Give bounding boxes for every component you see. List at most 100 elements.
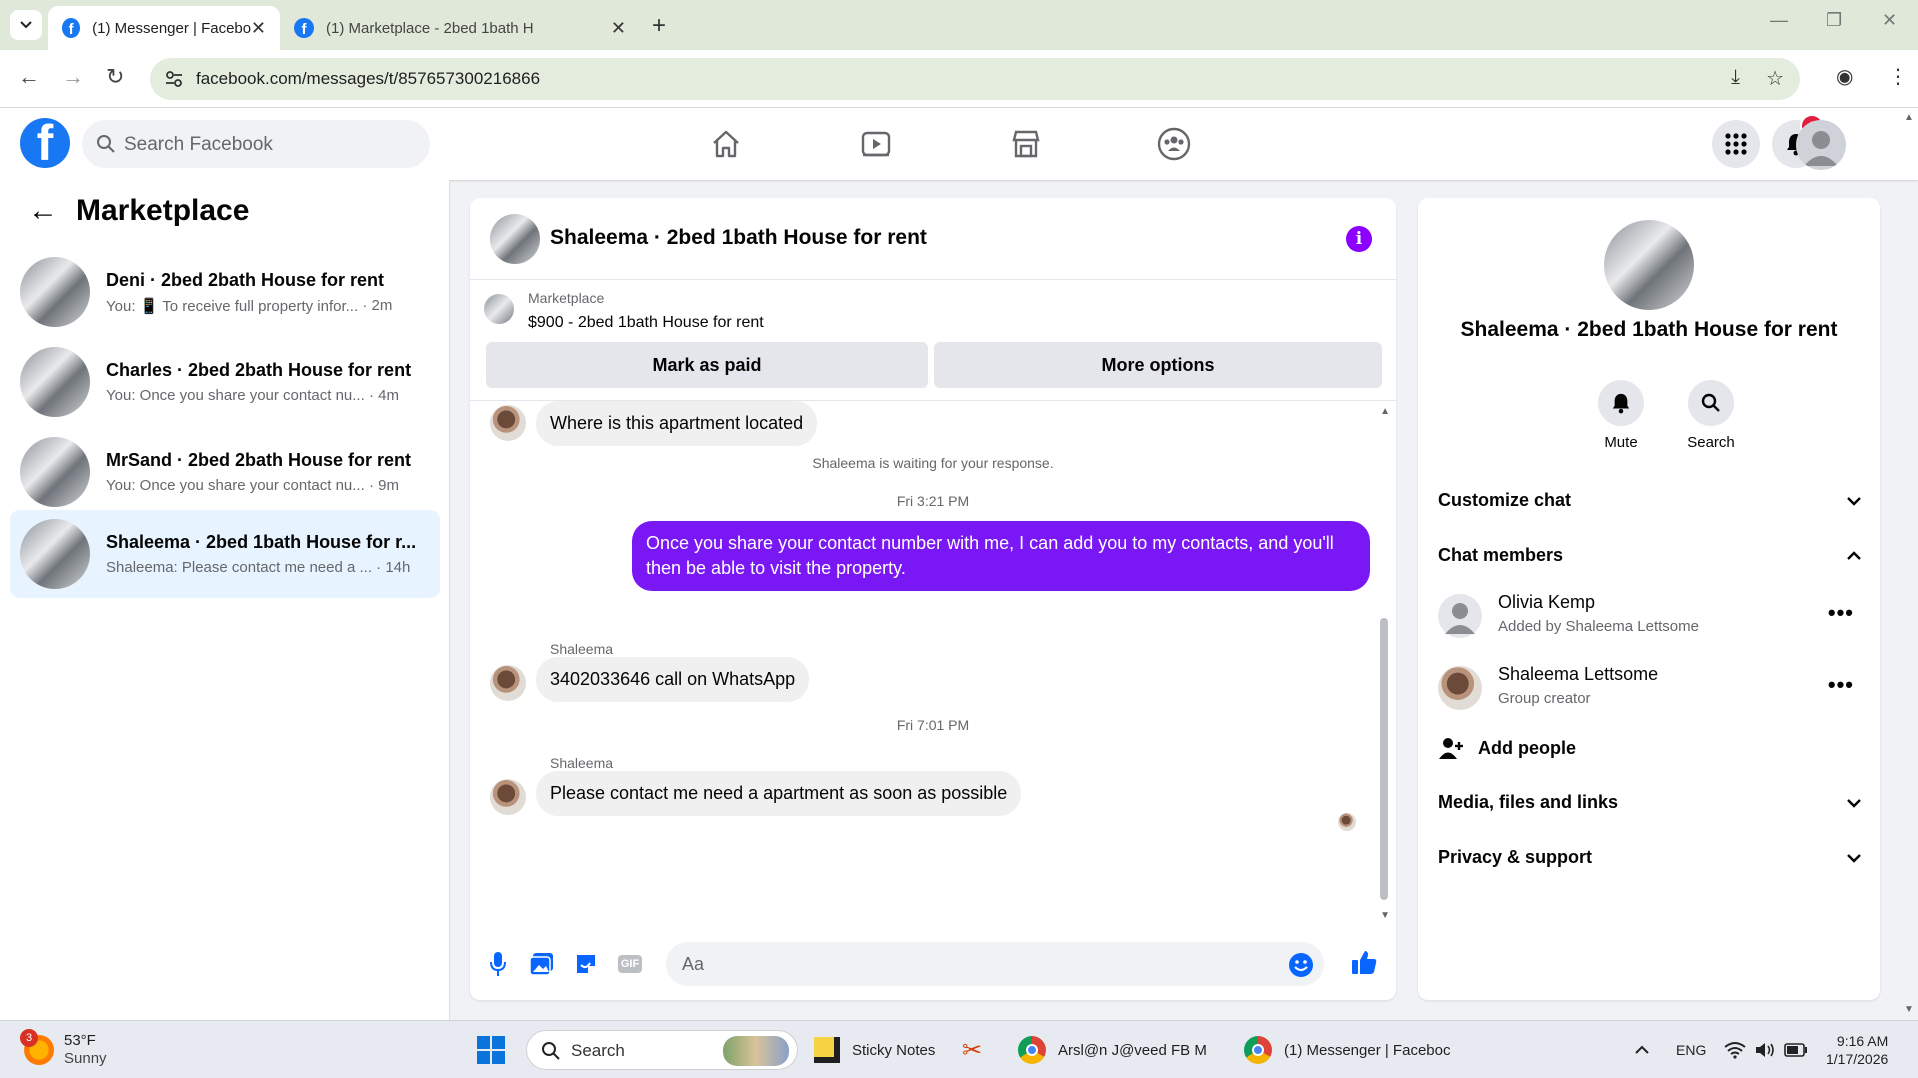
- chat-header: Shaleema · 2bed 1bath House for rent i: [470, 198, 1396, 280]
- back-arrow-icon[interactable]: ←: [18, 64, 40, 90]
- message-input[interactable]: Aa: [666, 942, 1324, 986]
- section-label: Media, files and links: [1438, 792, 1619, 812]
- sender-avatar: [490, 779, 526, 815]
- groups-icon[interactable]: [1152, 122, 1196, 166]
- taskbar-app-label: Sticky Notes: [852, 1041, 936, 1059]
- member-item[interactable]: Shaleema Lettsome Group creator •••: [1438, 662, 1862, 718]
- chat-details-title: Shaleema · 2bed 1bath House for rent: [1460, 318, 1838, 341]
- tab-messenger[interactable]: f (1) Messenger | Facebook ✕: [48, 6, 280, 50]
- system-clock[interactable]: 9:16 AM 1/17/2026: [1826, 1029, 1888, 1071]
- marketplace-icon[interactable]: [1004, 122, 1048, 166]
- listing-thumbnail: [20, 347, 90, 417]
- conversation-item-active[interactable]: Shaleema · 2bed 1bath House for r... Sha…: [10, 510, 440, 598]
- more-menu-icon[interactable]: ⋮: [1888, 64, 1908, 89]
- incoming-message: Where is this apartment located: [536, 401, 818, 446]
- show-hidden-icons-chevron[interactable]: [1634, 1029, 1650, 1071]
- chat-avatar[interactable]: [490, 214, 540, 264]
- scroll-up-arrow-icon[interactable]: ▲: [1380, 406, 1390, 417]
- new-tab-button[interactable]: +: [652, 12, 666, 40]
- thumbs-up-icon[interactable]: [1350, 948, 1378, 976]
- weather-description: Sunny: [64, 1050, 107, 1067]
- thread-scrollbar[interactable]: [1380, 618, 1388, 900]
- panel-header: ← Marketplace: [28, 194, 249, 228]
- facebook-header: f Search Facebook 1: [0, 108, 1918, 180]
- taskbar-app-label: Arsl@n J@veed FB M@r: [1058, 1041, 1208, 1059]
- listing-title: $900 - 2bed 1bath House for rent: [528, 314, 764, 331]
- windows-logo-icon: [477, 1036, 505, 1064]
- add-people-label: Add people: [1478, 737, 1576, 758]
- chat-title[interactable]: Shaleema · 2bed 1bath House for rent: [550, 226, 927, 250]
- weather-widget[interactable]: 3 53°F Sunny: [20, 1029, 107, 1071]
- chevron-down-icon: [1847, 853, 1861, 863]
- taskbar-app-chrome-2[interactable]: (1) Messenger | Faceboc: [1244, 1029, 1450, 1071]
- bookmark-star-icon[interactable]: ☆: [1766, 66, 1784, 91]
- gif-icon[interactable]: GIF: [616, 950, 644, 978]
- facebook-search-input[interactable]: Search Facebook: [82, 120, 430, 168]
- close-tab-icon[interactable]: ✕: [251, 18, 266, 39]
- url-bar[interactable]: facebook.com/messages/t/857657300216866 …: [150, 58, 1800, 100]
- taskbar-app-snipping-tool[interactable]: ✂: [962, 1029, 982, 1071]
- member-item[interactable]: Olivia Kemp Added by Shaleema Lettsome •…: [1438, 590, 1862, 646]
- customize-chat-section[interactable]: Customize chat: [1438, 490, 1862, 511]
- message-placeholder: Aa: [682, 954, 705, 974]
- chat-members-section[interactable]: Chat members: [1438, 545, 1862, 566]
- microphone-icon[interactable]: [484, 950, 512, 978]
- taskbar-search-box[interactable]: Search: [526, 1030, 798, 1070]
- chevron-down-icon: [1847, 496, 1861, 506]
- mute-button[interactable]: Mute: [1581, 380, 1661, 451]
- member-avatar: [1438, 594, 1482, 638]
- taskbar-app-sticky-notes[interactable]: Sticky Notes: [814, 1029, 935, 1071]
- language-indicator[interactable]: ENG: [1676, 1029, 1706, 1071]
- tab-search-button[interactable]: [10, 10, 42, 40]
- more-options-icon[interactable]: •••: [1828, 672, 1854, 698]
- sender-name: Shaleema: [550, 755, 614, 771]
- page-scroll-down-icon[interactable]: ▼: [1904, 1004, 1914, 1015]
- volume-icon[interactable]: [1754, 1029, 1776, 1071]
- close-window-button[interactable]: ✕: [1882, 10, 1897, 31]
- battery-icon[interactable]: [1784, 1029, 1808, 1071]
- incoming-message: 3402033646 call on WhatsApp: [536, 657, 810, 702]
- start-button[interactable]: [476, 1029, 506, 1071]
- conversation-item[interactable]: Deni · 2bed 2bath House for rent You: 📱 …: [10, 248, 440, 336]
- forward-arrow-icon[interactable]: →: [62, 64, 84, 90]
- reload-icon[interactable]: ↻: [106, 64, 124, 90]
- back-arrow-icon[interactable]: ←: [28, 194, 58, 228]
- chat-details-panel: Shaleema · 2bed 1bath House for rent Mut…: [1418, 198, 1880, 1000]
- sender-name: Shaleema: [550, 641, 614, 657]
- mark-as-paid-button[interactable]: Mark as paid: [486, 342, 928, 388]
- search-icon: [542, 1042, 560, 1060]
- bell-icon: [1612, 393, 1630, 414]
- sticky-notes-icon: [814, 1037, 840, 1063]
- facebook-logo[interactable]: f: [20, 118, 70, 168]
- minimize-button[interactable]: —: [1770, 10, 1788, 31]
- scroll-down-arrow-icon[interactable]: ▼: [1380, 910, 1390, 921]
- chevron-down-icon: [1847, 798, 1861, 808]
- taskbar-app-chrome-1[interactable]: Arsl@n J@veed FB M@r: [1018, 1029, 1208, 1071]
- more-options-button[interactable]: More options: [934, 342, 1382, 388]
- tab-marketplace[interactable]: f (1) Marketplace - 2bed 1bath H ✕: [280, 6, 640, 50]
- search-in-chat-button[interactable]: Search: [1671, 380, 1751, 451]
- install-app-icon[interactable]: ⤓: [1731, 66, 1740, 89]
- add-people-button[interactable]: Add people: [1438, 736, 1862, 760]
- media-files-links-section[interactable]: Media, files and links: [1438, 792, 1862, 813]
- site-info-icon[interactable]: [164, 69, 184, 89]
- menu-grid-icon[interactable]: [1712, 120, 1760, 168]
- close-tab-icon[interactable]: ✕: [611, 18, 626, 39]
- sun-icon: 3: [20, 1029, 54, 1065]
- home-icon[interactable]: [704, 122, 748, 166]
- profile-icon[interactable]: ◉: [1836, 64, 1853, 89]
- more-options-icon[interactable]: •••: [1828, 600, 1854, 626]
- conversation-preview: You: Once you share your contact nu...: [106, 387, 365, 404]
- emoji-icon[interactable]: [1288, 952, 1314, 978]
- page-scroll-up-icon[interactable]: ▲: [1904, 112, 1914, 123]
- privacy-support-section[interactable]: Privacy & support: [1438, 847, 1862, 868]
- sticker-icon[interactable]: [572, 950, 600, 978]
- info-icon[interactable]: i: [1346, 226, 1372, 252]
- video-icon[interactable]: [854, 122, 898, 166]
- photo-icon[interactable]: [528, 950, 556, 978]
- wifi-icon[interactable]: [1724, 1029, 1746, 1071]
- conversation-item[interactable]: Charles · 2bed 2bath House for rent You:…: [10, 338, 440, 426]
- account-avatar[interactable]: [1796, 120, 1846, 170]
- conversation-item[interactable]: MrSand · 2bed 2bath House for rent You: …: [10, 428, 440, 516]
- restore-button[interactable]: ❐: [1826, 10, 1842, 31]
